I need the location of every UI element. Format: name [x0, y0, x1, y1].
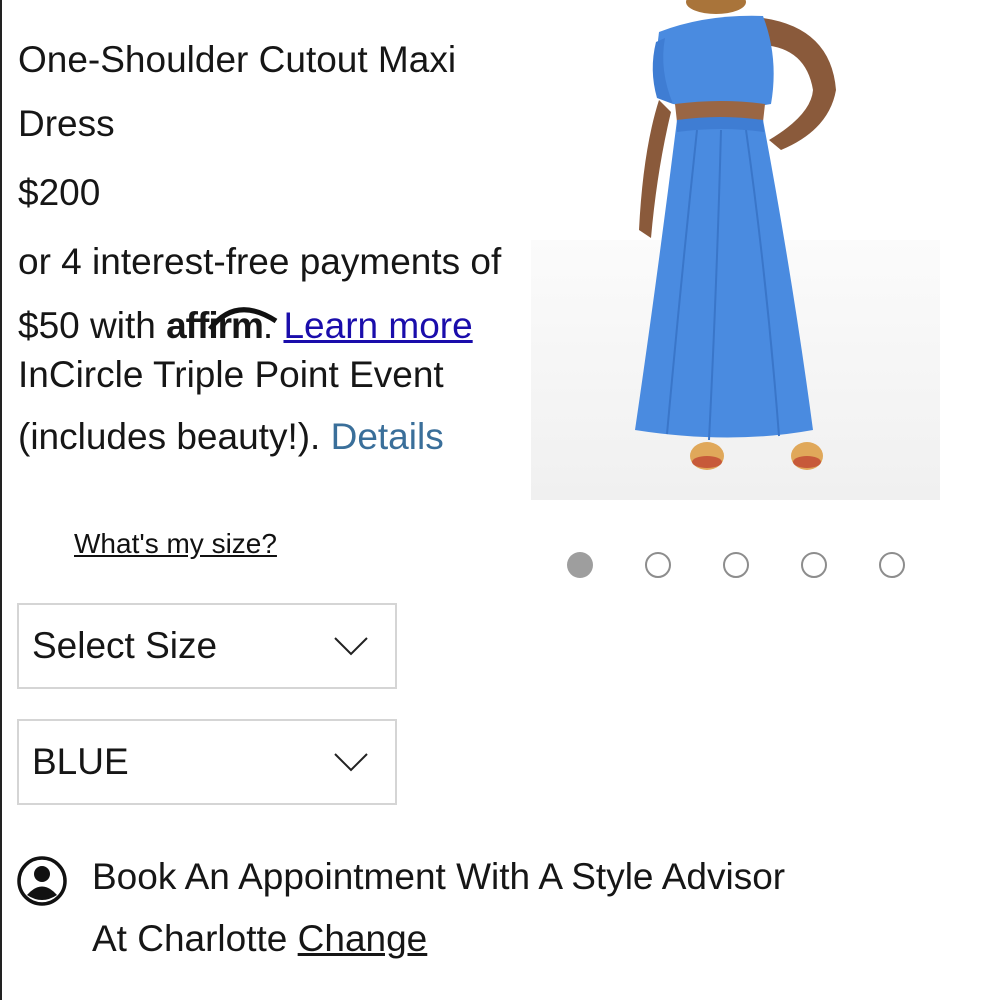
carousel-dot[interactable] — [801, 552, 827, 578]
product-title: One-Shoulder Cutout Maxi Dress — [18, 39, 457, 144]
color-select-value: BLUE — [32, 741, 129, 782]
learn-more-link[interactable]: Learn more — [283, 305, 472, 346]
product-image[interactable] — [531, 0, 940, 500]
left-edge-border — [0, 0, 2, 1000]
appointment-store: At Charlotte — [92, 918, 288, 959]
user-circle-icon — [17, 856, 67, 906]
size-select[interactable]: Select Size — [17, 603, 397, 689]
carousel-dot[interactable] — [567, 552, 593, 578]
affirm-logo: affirm — [166, 305, 278, 346]
promo-text: InCircle Triple Point Event (includes be… — [18, 344, 518, 468]
model-in-dress-illustration — [635, 0, 836, 470]
affirm-financing-text: or 4 interest-free payments of $50 with … — [18, 230, 518, 358]
change-store-link[interactable]: Change — [298, 918, 428, 959]
chevron-down-icon — [334, 637, 368, 656]
details-link[interactable]: Details — [331, 416, 444, 457]
appointment-text: Book An Appointment With A Style Advisor — [92, 856, 786, 897]
appointment-location: At Charlotte Change — [92, 918, 427, 960]
carousel-dot[interactable] — [879, 552, 905, 578]
carousel-dot[interactable] — [723, 552, 749, 578]
product-price: $200 — [18, 172, 101, 213]
affirm-arc-icon — [208, 307, 278, 331]
size-select-value: Select Size — [32, 625, 218, 666]
image-carousel-dots — [565, 552, 915, 582]
chevron-down-icon — [334, 753, 368, 772]
color-select[interactable]: BLUE — [17, 719, 397, 805]
whats-my-size-link[interactable]: What's my size? — [74, 528, 277, 560]
carousel-dot[interactable] — [645, 552, 671, 578]
